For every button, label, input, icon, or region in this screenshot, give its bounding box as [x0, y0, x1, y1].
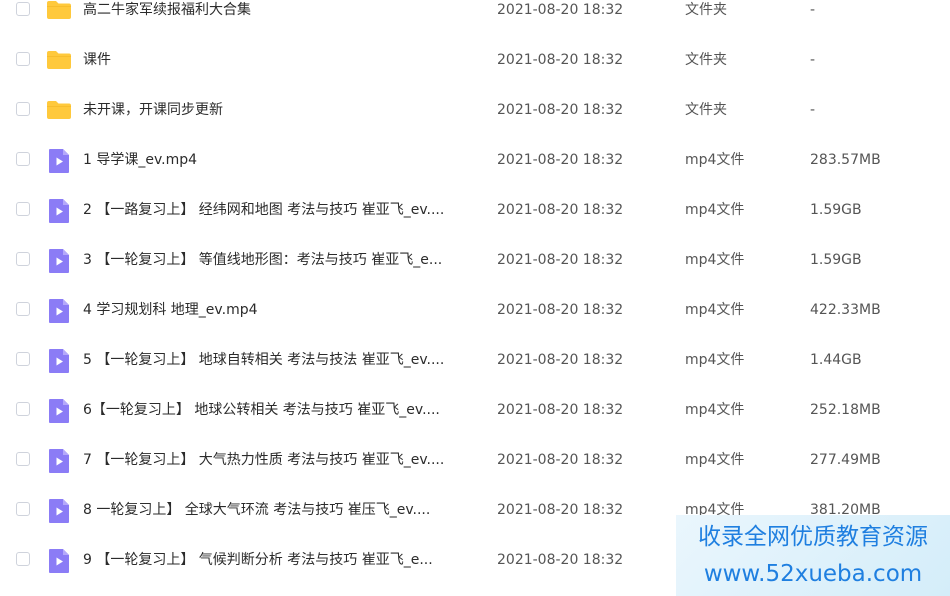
- video-file-icon: [48, 298, 70, 324]
- file-row[interactable]: 2 【一路复习上】 经纬网和地图 考法与技巧 崔亚飞_ev.... 2021-08…: [0, 185, 950, 235]
- file-name[interactable]: 1 导学课_ev.mp4: [83, 135, 477, 185]
- modified-date: 2021-08-20 18:32: [497, 2, 624, 18]
- file-type: mp4文件: [685, 302, 745, 318]
- file-row[interactable]: 4 学习规划科 地理_ev.mp4 2021-08-20 18:32 mp4文件 42…: [0, 285, 950, 335]
- file-name[interactable]: 6【一轮复习上】 地球公转相关 考法与技巧 崔亚飞_ev....: [83, 385, 477, 435]
- video-file-icon: [48, 198, 70, 224]
- modified-date: 2021-08-20 18:32: [497, 352, 624, 368]
- file-row[interactable]: 高二牛家军续报福利大合集 2021-08-20 18:32 文件夹 -: [0, 0, 950, 35]
- file-size: 277.49MB: [810, 452, 881, 468]
- modified-date: 2021-08-20 18:32: [497, 402, 624, 418]
- row-checkbox[interactable]: [16, 152, 30, 166]
- file-type: 文件夹: [685, 52, 727, 68]
- row-checkbox[interactable]: [16, 2, 30, 16]
- modified-date: 2021-08-20 18:32: [497, 102, 624, 118]
- modified-date: 2021-08-20 18:32: [497, 202, 624, 218]
- video-file-icon: [48, 248, 70, 274]
- file-type: mp4文件: [685, 202, 745, 218]
- modified-date: 2021-08-20 18:32: [497, 452, 624, 468]
- file-size: -: [810, 52, 816, 68]
- file-name[interactable]: 课件: [83, 35, 477, 85]
- file-name[interactable]: 高二牛家军续报福利大合集: [83, 0, 477, 35]
- row-checkbox[interactable]: [16, 102, 30, 116]
- file-type: 文件夹: [685, 2, 727, 18]
- folder-icon: [46, 0, 72, 20]
- video-file-icon: [48, 348, 70, 374]
- row-checkbox[interactable]: [16, 502, 30, 516]
- file-name[interactable]: 3 【一轮复习上】 等值线地形图：考法与技巧 崔亚飞_e...: [83, 235, 477, 285]
- row-checkbox[interactable]: [16, 52, 30, 66]
- file-size: -: [810, 102, 816, 118]
- file-name[interactable]: 7 【一轮复习上】 大气热力性质 考法与技巧 崔亚飞_ev....: [83, 435, 477, 485]
- video-file-icon: [48, 548, 70, 574]
- row-checkbox[interactable]: [16, 252, 30, 266]
- modified-date: 2021-08-20 18:32: [497, 302, 624, 318]
- folder-icon: [46, 100, 72, 120]
- video-file-icon: [48, 448, 70, 474]
- file-size: 252.18MB: [810, 402, 881, 418]
- file-size: 1.59GB: [810, 202, 862, 218]
- file-row[interactable]: 未开课，开课同步更新 2021-08-20 18:32 文件夹 -: [0, 85, 950, 135]
- file-type: mp4文件: [685, 452, 745, 468]
- file-row[interactable]: 课件 2021-08-20 18:32 文件夹 -: [0, 35, 950, 85]
- file-size: 1.59GB: [810, 252, 862, 268]
- row-checkbox[interactable]: [16, 352, 30, 366]
- modified-date: 2021-08-20 18:32: [497, 502, 624, 518]
- file-row[interactable]: 3 【一轮复习上】 等值线地形图：考法与技巧 崔亚飞_e... 2021-08-2…: [0, 235, 950, 285]
- file-name[interactable]: 9 【一轮复习上】 气候判断分析 考法与技巧 崔亚飞_e...: [83, 535, 477, 585]
- file-row[interactable]: 5 【一轮复习上】 地球自转相关 考法与技法 崔亚飞_ev.... 2021-08…: [0, 335, 950, 385]
- file-type: mp4文件: [685, 352, 745, 368]
- watermark-slogan: 收录全网优质教育资源: [698, 524, 928, 550]
- file-type: mp4文件: [685, 252, 745, 268]
- file-row[interactable]: 7 【一轮复习上】 大气热力性质 考法与技巧 崔亚飞_ev.... 2021-08…: [0, 435, 950, 485]
- file-name[interactable]: 5 【一轮复习上】 地球自转相关 考法与技法 崔亚飞_ev....: [83, 335, 477, 385]
- file-name[interactable]: 4 学习规划科 地理_ev.mp4: [83, 285, 477, 335]
- row-checkbox[interactable]: [16, 552, 30, 566]
- modified-date: 2021-08-20 18:32: [497, 152, 624, 168]
- row-checkbox[interactable]: [16, 402, 30, 416]
- file-type: mp4文件: [685, 152, 745, 168]
- modified-date: 2021-08-20 18:32: [497, 552, 624, 568]
- row-checkbox[interactable]: [16, 452, 30, 466]
- file-type: mp4文件: [685, 402, 745, 418]
- file-type: 文件夹: [685, 102, 727, 118]
- file-row[interactable]: 6【一轮复习上】 地球公转相关 考法与技巧 崔亚飞_ev.... 2021-08-…: [0, 385, 950, 435]
- modified-date: 2021-08-20 18:32: [497, 52, 624, 68]
- file-size: 283.57MB: [810, 152, 881, 168]
- file-name[interactable]: 未开课，开课同步更新: [83, 85, 477, 135]
- video-file-icon: [48, 398, 70, 424]
- row-checkbox[interactable]: [16, 202, 30, 216]
- video-file-icon: [48, 498, 70, 524]
- file-name[interactable]: 8 一轮复习上】 全球大气环流 考法与技巧 崔压飞_ev....: [83, 485, 477, 535]
- modified-date: 2021-08-20 18:32: [497, 252, 624, 268]
- file-row[interactable]: 1 导学课_ev.mp4 2021-08-20 18:32 mp4文件 283.57M…: [0, 135, 950, 185]
- file-name[interactable]: 2 【一路复习上】 经纬网和地图 考法与技巧 崔亚飞_ev....: [83, 185, 477, 235]
- folder-icon: [46, 50, 72, 70]
- file-size: 422.33MB: [810, 302, 881, 318]
- file-size: 1.44GB: [810, 352, 862, 368]
- video-file-icon: [48, 148, 70, 174]
- watermark-banner: 收录全网优质教育资源 www.52xueba.com: [676, 515, 950, 596]
- row-checkbox[interactable]: [16, 302, 30, 316]
- watermark-url: www.52xueba.com: [703, 561, 923, 587]
- file-size: -: [810, 2, 816, 18]
- file-list: 高二牛家军续报福利大合集 2021-08-20 18:32 文件夹 - 课件 2021-0…: [0, 0, 950, 585]
